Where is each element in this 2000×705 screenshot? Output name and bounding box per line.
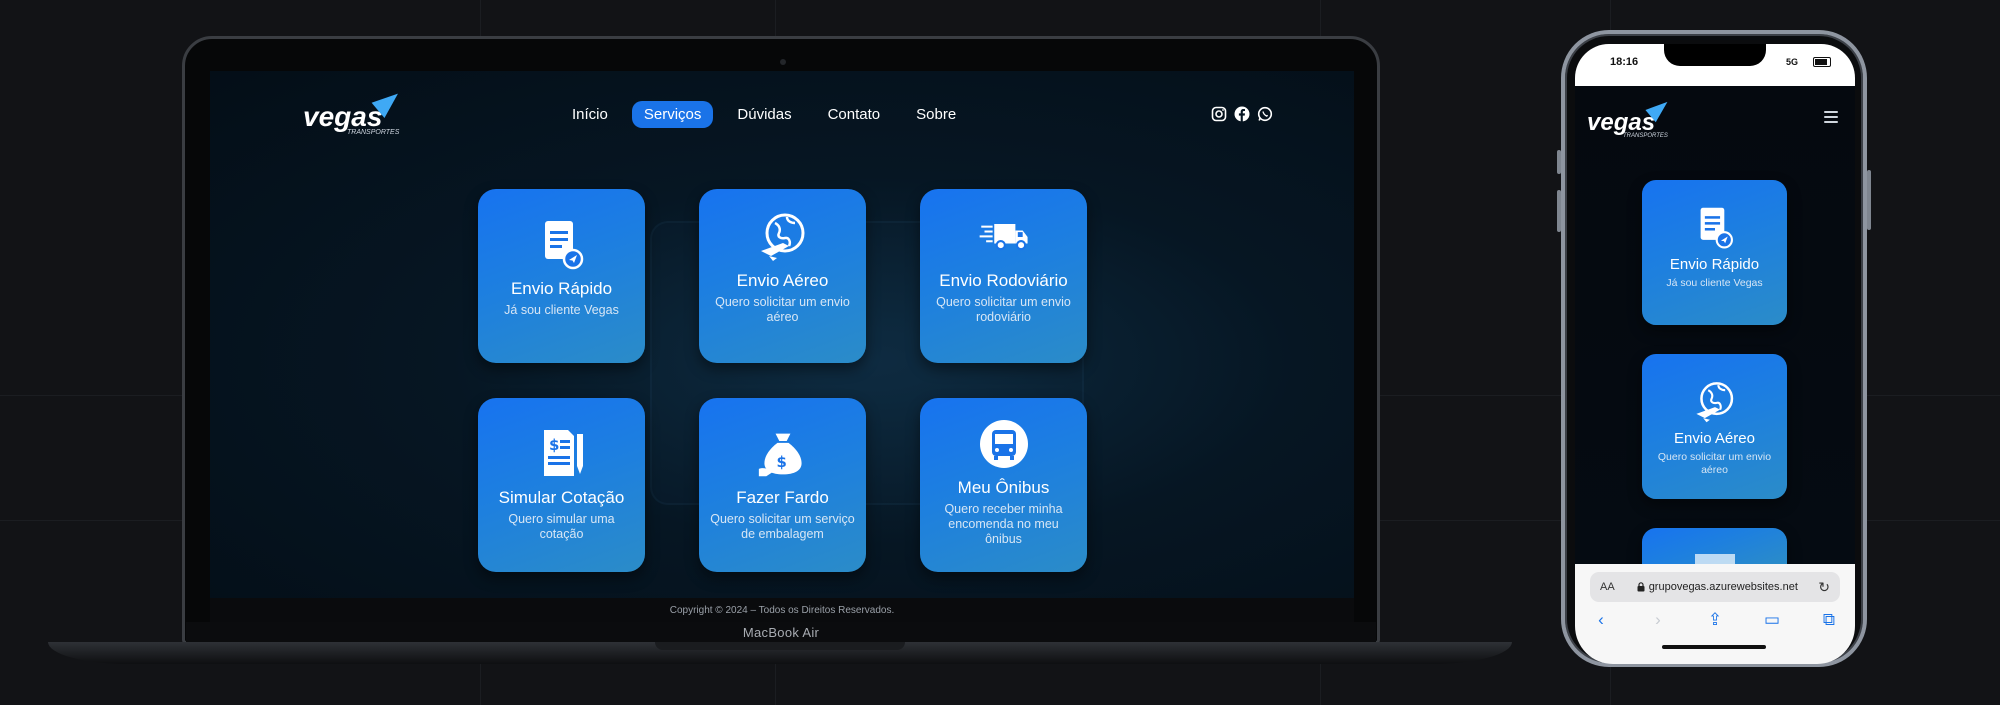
card-desc: Já sou cliente Vegas bbox=[1666, 277, 1763, 289]
instagram-icon[interactable] bbox=[1211, 106, 1227, 122]
card-desc: Já sou cliente Vegas bbox=[504, 303, 619, 317]
card-title: Envio Aéreo bbox=[736, 271, 829, 290]
card-meu-onibus[interactable]: Meu Ônibus Quero receber minha encomenda… bbox=[920, 398, 1087, 572]
card-desc: Quero solicitar um serviço de embalagem bbox=[710, 512, 855, 541]
mobile-card-envio-rapido[interactable]: Envio Rápido Já sou cliente Vegas bbox=[1642, 180, 1787, 325]
card-title: Envio Aéreo bbox=[1674, 430, 1755, 447]
status-signal: 5G bbox=[1786, 57, 1799, 67]
card-title: Envio Rápido bbox=[1669, 256, 1760, 273]
quote-document-icon: $ bbox=[536, 428, 588, 480]
card-title: Envio Rodoviário bbox=[939, 271, 1068, 290]
battery-icon bbox=[1813, 57, 1831, 67]
lock-icon bbox=[1637, 582, 1645, 592]
card-envio-rodoviario[interactable]: Envio Rodoviário Quero solicitar um envi… bbox=[920, 189, 1087, 363]
home-indicator bbox=[1662, 645, 1766, 649]
social-links bbox=[1211, 106, 1273, 122]
main-nav: Início Serviços Dúvidas Contato Sobre bbox=[560, 101, 968, 128]
site-footer: Copyright © 2024 – Todos os Direitos Res… bbox=[210, 598, 1354, 622]
iphone-volume-button bbox=[1557, 190, 1561, 232]
svg-text:$: $ bbox=[776, 453, 786, 471]
svg-text:$: $ bbox=[549, 436, 559, 454]
card-title: Fazer Fardo bbox=[736, 488, 829, 507]
address-bar[interactable]: AA grupovegas.azurewebsites.net ↻ bbox=[1590, 572, 1840, 602]
reader-aa-button[interactable]: AA bbox=[1600, 581, 1615, 593]
url-display[interactable]: grupovegas.azurewebsites.net bbox=[1637, 581, 1798, 593]
document-send-icon bbox=[1693, 206, 1737, 250]
card-desc: Quero solicitar um envio aéreo bbox=[715, 295, 850, 324]
iphone-power-button bbox=[1867, 170, 1871, 230]
url-text: grupovegas.azurewebsites.net bbox=[1648, 581, 1798, 593]
card-envio-rapido[interactable]: Envio Rápido Já sou cliente Vegas bbox=[478, 189, 645, 363]
tabs-icon[interactable]: ⧉ bbox=[1818, 610, 1840, 630]
card-desc: Quero receber minha encomenda no meu ôni… bbox=[944, 502, 1063, 546]
back-icon[interactable]: ‹ bbox=[1590, 610, 1612, 630]
dynamic-island bbox=[1664, 44, 1766, 66]
mobile-site-logo[interactable]: vegas TRANSPORTES bbox=[1587, 95, 1673, 139]
card-desc: Quero simular uma cotação bbox=[508, 512, 615, 541]
macbook-hinge bbox=[655, 642, 905, 650]
globe-plane-icon bbox=[757, 211, 809, 263]
safari-nav-tools: ‹ › ⇪ ▭ ⧉ bbox=[1590, 610, 1840, 630]
bookmarks-icon[interactable]: ▭ bbox=[1761, 610, 1783, 630]
card-simular-cotacao[interactable]: $ Simular Cotação Quero simular uma cota… bbox=[478, 398, 645, 572]
logo-sub: TRANSPORTES bbox=[1623, 133, 1668, 139]
nav-inicio[interactable]: Início bbox=[560, 101, 620, 128]
bus-icon bbox=[978, 418, 1030, 470]
iphone-side-button bbox=[1557, 150, 1561, 174]
card-desc: Quero solicitar um envio rodoviário bbox=[936, 295, 1071, 324]
document-send-icon bbox=[536, 219, 588, 271]
reload-icon[interactable]: ↻ bbox=[1818, 579, 1830, 596]
camera-dot bbox=[780, 59, 786, 65]
card-title: Simular Cotação bbox=[498, 488, 625, 507]
nav-sobre[interactable]: Sobre bbox=[904, 101, 968, 128]
nav-servicos[interactable]: Serviços bbox=[631, 101, 714, 128]
truck-icon bbox=[978, 211, 1030, 263]
nav-duvidas[interactable]: Dúvidas bbox=[725, 101, 803, 128]
facebook-icon[interactable] bbox=[1234, 106, 1250, 122]
mobile-card-partial[interactable] bbox=[1642, 528, 1787, 564]
truck-icon bbox=[1694, 554, 1735, 564]
card-envio-aereo[interactable]: Envio Aéreo Quero solicitar um envio aér… bbox=[699, 189, 866, 363]
card-title: Envio Rápido bbox=[510, 279, 613, 298]
macbook-label: MacBook Air bbox=[186, 622, 1376, 642]
logo-sub: TRANSPORTES bbox=[347, 129, 400, 136]
share-icon[interactable]: ⇪ bbox=[1704, 610, 1726, 630]
money-bag-icon: $ bbox=[757, 428, 809, 480]
forward-icon[interactable]: › bbox=[1647, 610, 1669, 630]
nav-contato[interactable]: Contato bbox=[816, 101, 893, 128]
globe-plane-icon bbox=[1693, 380, 1737, 424]
whatsapp-icon[interactable] bbox=[1257, 106, 1273, 122]
card-desc: Quero solicitar um envio aéreo bbox=[1657, 451, 1772, 476]
card-fazer-fardo[interactable]: $ Fazer Fardo Quero solicitar um serviço… bbox=[699, 398, 866, 572]
menu-icon[interactable] bbox=[1824, 111, 1838, 126]
site-logo[interactable]: vegas TRANSPORTES bbox=[303, 85, 405, 136]
status-time: 18:16 bbox=[1610, 56, 1639, 68]
mobile-card-envio-aereo[interactable]: Envio Aéreo Quero solicitar um envio aér… bbox=[1642, 354, 1787, 499]
card-title: Meu Ônibus bbox=[957, 478, 1050, 497]
